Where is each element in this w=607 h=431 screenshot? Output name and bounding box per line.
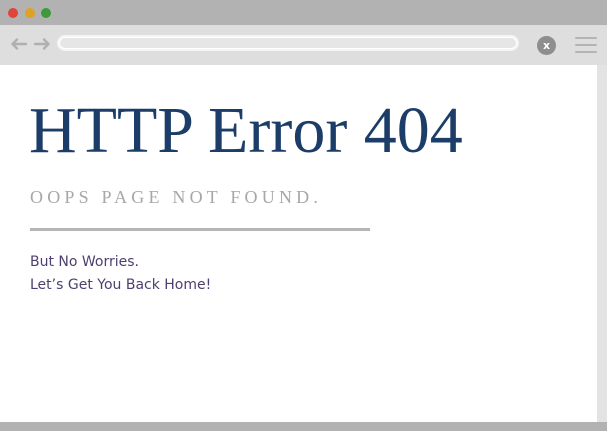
back-button[interactable]: [10, 36, 28, 52]
window-maximize-button[interactable]: [41, 8, 51, 18]
close-tab-button[interactable]: x: [537, 36, 556, 55]
forward-button[interactable]: [33, 36, 51, 52]
error-subtitle: OOPS PAGE NOT FOUND.: [30, 187, 323, 207]
vertical-scrollbar[interactable]: [597, 65, 607, 422]
browser-toolbar: x: [0, 25, 607, 65]
error-title: HTTP Error 404: [29, 94, 463, 167]
menu-line: [575, 44, 597, 46]
address-bar[interactable]: [57, 35, 519, 51]
bottom-bar: [0, 422, 607, 431]
menu-line: [575, 37, 597, 39]
home-link[interactable]: Let’s Get You Back Home!: [30, 277, 211, 293]
browser-window: x HTTP Error 404 OOPS PAGE NOT FOUND. Bu…: [0, 0, 607, 431]
message-line-1: But No Worries.: [30, 254, 140, 270]
page-content: HTTP Error 404 OOPS PAGE NOT FOUND. But …: [0, 65, 597, 422]
window-close-button[interactable]: [8, 8, 18, 18]
hamburger-menu-icon[interactable]: [575, 37, 597, 53]
left-arrow-icon: [11, 38, 28, 50]
window-minimize-button[interactable]: [25, 8, 35, 18]
menu-line: [575, 51, 597, 53]
divider: [30, 228, 370, 231]
right-arrow-icon: [33, 38, 50, 50]
title-bar: [0, 0, 607, 25]
close-icon: x: [542, 39, 551, 52]
